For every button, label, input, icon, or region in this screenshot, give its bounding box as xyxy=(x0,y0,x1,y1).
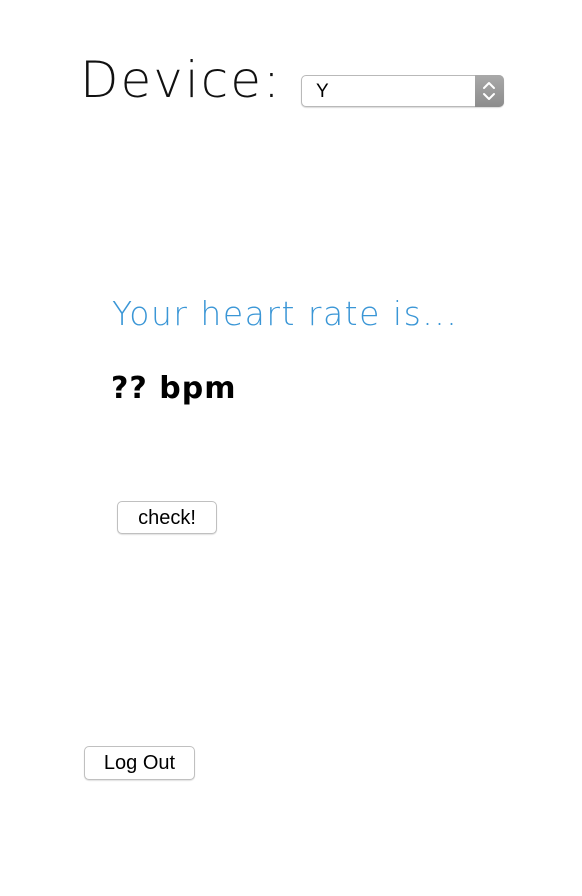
chevron-up-down-icon xyxy=(475,75,504,107)
device-select[interactable]: Y xyxy=(301,75,504,107)
device-label: Device: xyxy=(80,51,282,109)
check-button[interactable]: check! xyxy=(117,501,217,534)
heart-rate-title: Your heart rate is... xyxy=(112,294,459,333)
logout-button[interactable]: Log Out xyxy=(84,746,195,780)
heart-rate-value: ?? bpm xyxy=(111,371,237,406)
device-select-value: Y xyxy=(316,81,329,102)
